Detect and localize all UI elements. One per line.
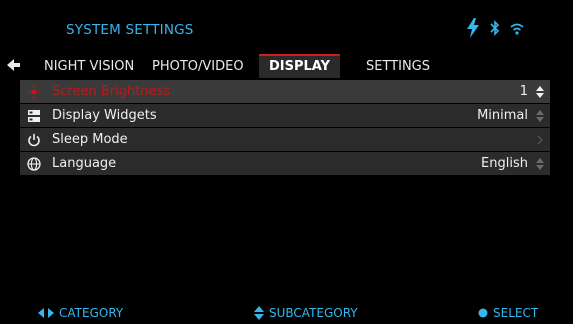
wifi-icon <box>510 21 524 40</box>
widgets-icon <box>26 108 42 124</box>
menu-item-value: English <box>481 156 528 171</box>
left-right-arrows-icon <box>38 308 54 318</box>
menu-item-value: 1 <box>519 84 528 99</box>
power-icon <box>26 132 42 148</box>
footer-subcategory: SUBCATEGORY <box>254 304 358 322</box>
menu-item-language[interactable]: Language English <box>20 152 550 175</box>
footer-category: CATEGORY <box>38 304 123 322</box>
menu-item-sleep-mode[interactable]: Sleep Mode <box>20 128 550 151</box>
tab-settings[interactable]: SETTINGS <box>366 56 430 78</box>
chevron-right-icon[interactable] <box>534 132 546 148</box>
up-down-arrows-icon[interactable] <box>534 156 546 172</box>
up-down-arrows-icon[interactable] <box>534 108 546 124</box>
status-icons <box>466 18 524 42</box>
device-screen: SYSTEM SETTINGS NIGHT VISION PHOTO/VIDEO <box>0 0 573 324</box>
back-arrow-icon[interactable] <box>5 56 23 74</box>
power-bolt-icon <box>466 18 480 42</box>
footer-subcategory-label: SUBCATEGORY <box>269 306 358 320</box>
tab-night-vision[interactable]: NIGHT VISION <box>44 56 134 78</box>
footer-select-label: SELECT <box>493 306 539 320</box>
footer-select: SELECT <box>478 304 538 322</box>
menu-item-display-widgets[interactable]: Display Widgets Minimal <box>20 104 550 127</box>
menu-item-label: Language <box>52 156 117 171</box>
up-down-arrows-icon[interactable] <box>534 84 546 100</box>
globe-icon <box>26 156 42 172</box>
tab-display[interactable]: DISPLAY <box>259 54 341 78</box>
bluetooth-icon <box>490 20 500 40</box>
footer-category-label: CATEGORY <box>59 306 124 320</box>
menu-item-label: Sleep Mode <box>52 132 128 147</box>
footer-hints: CATEGORY SUBCATEGORY SELECT <box>0 304 573 322</box>
brightness-icon <box>26 84 42 100</box>
menu-item-screen-brightness[interactable]: Screen Brightness 1 <box>20 80 550 103</box>
settings-list: Screen Brightness 1 Display Widgets Mini… <box>20 80 550 176</box>
menu-item-value: Minimal <box>477 108 528 123</box>
category-tabs: NIGHT VISION PHOTO/VIDEO DISPLAY SETTING… <box>40 54 550 78</box>
up-down-arrows-icon <box>254 306 264 320</box>
menu-item-label: Screen Brightness <box>52 84 171 99</box>
tab-photo-video[interactable]: PHOTO/VIDEO <box>152 56 244 78</box>
page-title: SYSTEM SETTINGS <box>66 22 194 38</box>
menu-item-label: Display Widgets <box>52 108 157 123</box>
dot-icon <box>478 308 488 318</box>
